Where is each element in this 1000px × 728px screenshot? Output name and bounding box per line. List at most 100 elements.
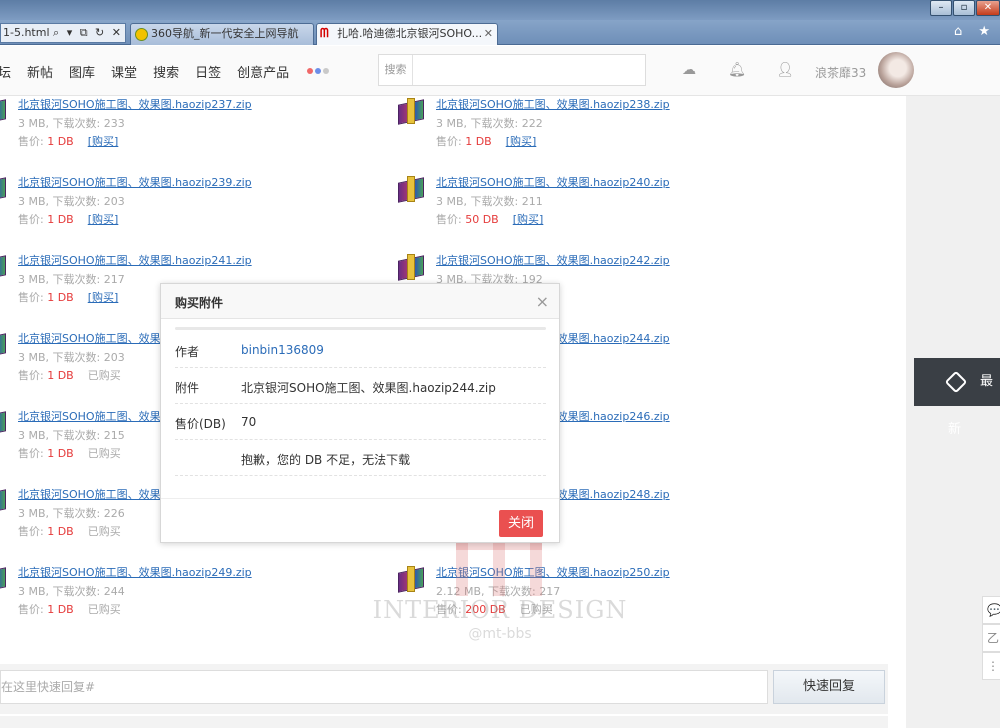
close-window-button[interactable]: ✕ xyxy=(976,0,1000,16)
bought-status: 已购买 xyxy=(87,447,121,460)
author-row: 作者 binbin136809 xyxy=(175,332,546,368)
tool-icon[interactable]: 乙 xyxy=(982,624,1000,652)
zip-archive-icon xyxy=(0,98,8,125)
username[interactable]: 浪茶靡33 xyxy=(815,64,866,81)
attachment-link[interactable]: 北京银河SOHO施工图、效果图.haozip240.zip xyxy=(436,174,670,190)
attachment-price: 售价: 1 DB 已购买 xyxy=(18,523,121,539)
author-link[interactable]: binbin136809 xyxy=(241,343,324,357)
zip-archive-icon xyxy=(0,488,8,515)
attachment-price: 售价: 1 DB 已购买 xyxy=(18,445,121,461)
bought-status: 已购买 xyxy=(87,603,121,616)
site-logo-icon: ᗰ xyxy=(320,26,329,40)
purchase-attachment-dialog: 购买附件 × 作者 binbin136809 附件 北京银河SOHO施工图、效果… xyxy=(160,283,560,543)
price-value: 1 DB xyxy=(47,603,74,616)
avatar[interactable] xyxy=(878,52,914,88)
buy-link[interactable]: [购买] xyxy=(88,291,119,304)
quick-reply-input[interactable]: 在这里快速回复# xyxy=(0,670,768,704)
dot xyxy=(323,68,330,74)
dialog-title: 购买附件 xyxy=(175,296,224,310)
dot xyxy=(307,68,314,74)
address-text: 1-5.html xyxy=(3,26,50,39)
zip-archive-icon xyxy=(0,254,8,281)
message-row: 抱歉，您的 DB 不足，无法下载 xyxy=(175,440,546,476)
buy-link[interactable]: [购买] xyxy=(506,135,537,148)
address-controls[interactable]: ⌕ ▾ ⧉ ↻ ✕ xyxy=(53,24,123,42)
address-bar[interactable]: 1-5.html ⌕ ▾ ⧉ ↻ ✕ xyxy=(0,23,126,43)
site-nav: 坛 新帖 图库 课堂 搜索 日签 创意产品 搜索 ☁ 🔔︎ 👤︎ 浪茶靡33 xyxy=(0,46,1000,96)
price-label: 售价: xyxy=(18,603,44,616)
bell-icon[interactable]: 🔔︎ xyxy=(728,62,746,78)
price-label: 售价: xyxy=(18,213,44,226)
comment-icon[interactable]: 💬 xyxy=(982,596,1000,624)
more-dots-icon[interactable] xyxy=(307,68,330,74)
buy-link[interactable]: [购买] xyxy=(513,213,544,226)
tab-forum-thread[interactable]: ᗰ 扎哈.哈迪德北京银河SOHO... ✕ xyxy=(316,23,498,45)
attachment-link[interactable]: 北京银河SOHO施工图、效果图.haozip242.zip xyxy=(436,252,670,268)
nav-item-daily[interactable]: 日签 xyxy=(195,62,221,81)
attachment-meta: 2.12 MB, 下载次数: 217 xyxy=(436,585,561,598)
user-icon[interactable]: 👤︎ xyxy=(776,62,794,78)
home-favorite-icons[interactable]: ⌂ ★ xyxy=(954,24,996,39)
tab-close-icon[interactable]: ✕ xyxy=(484,24,493,44)
price-label: 售价(DB) xyxy=(175,417,226,431)
grid-icon[interactable]: ⋮⋮ xyxy=(982,652,1000,680)
newest-button[interactable]: 最新 xyxy=(914,358,1000,437)
attachment-label: 附件 xyxy=(175,381,200,395)
price-label: 售价: xyxy=(18,291,44,304)
attachment-link[interactable]: 北京银河SOHO施工图、效果图.haozip238.zip xyxy=(436,96,670,112)
attachment-meta: 3 MB, 下载次数: 244 xyxy=(18,585,125,598)
attachment-item: 北京银河SOHO施工图、效果图.haozip250.zip 2.12 MB, 下载… xyxy=(398,564,698,630)
price-value: 1 DB xyxy=(465,135,492,148)
nav-item-gallery[interactable]: 图库 xyxy=(69,62,95,81)
buy-link[interactable]: [购买] xyxy=(88,213,119,226)
attachment-link[interactable]: 北京银河SOHO施工图、效果图.haozip237.zip xyxy=(18,96,252,112)
attachment-price: 售价: 50 DB [购买] xyxy=(436,211,543,227)
footer-strip xyxy=(0,716,888,728)
attachment-price: 售价: 1 DB 已购买 xyxy=(18,601,121,617)
price-label: 售价: xyxy=(436,603,462,616)
attachment-meta: 3 MB, 下载次数: 215 xyxy=(18,429,125,442)
attachment-meta: 3 MB, 下载次数: 203 xyxy=(18,195,125,208)
nav-item-search[interactable]: 搜索 xyxy=(153,62,179,81)
attachment-link[interactable]: 北京银河SOHO施工图、效果图.haozip250.zip xyxy=(436,564,670,580)
cloud-upload-icon[interactable]: ☁ xyxy=(680,62,698,78)
attachment-item: 北京银河SOHO施工图、效果图.haozip249.zip 3 MB, 下载次数:… xyxy=(0,564,280,630)
quick-reply-bar: 在这里快速回复# 快速回复 xyxy=(0,664,888,714)
attachment-meta: 3 MB, 下载次数: 203 xyxy=(18,351,125,364)
quick-reply-button[interactable]: 快速回复 xyxy=(773,670,885,704)
search-input[interactable]: 搜索 xyxy=(378,54,646,86)
price-value: 200 DB xyxy=(465,603,506,616)
attachment-link[interactable]: 北京银河SOHO施工图、效果图.haozip239.zip xyxy=(18,174,252,190)
tab-360-nav[interactable]: 360导航_新一代安全上网导航 xyxy=(130,23,314,45)
attachment-item: 北京银河SOHO施工图、效果图.haozip239.zip 3 MB, 下载次数:… xyxy=(0,174,280,240)
attachment-link[interactable]: 北京银河SOHO施工图、效果图.haozip241.zip xyxy=(18,252,252,268)
nav-item-classroom[interactable]: 课堂 xyxy=(111,62,137,81)
dialog-divider xyxy=(175,327,546,330)
price-value: 1 DB xyxy=(47,135,74,148)
360-logo-icon xyxy=(135,28,148,41)
attachment-price: 售价: 1 DB [购买] xyxy=(18,289,118,305)
minimize-button[interactable]: – xyxy=(930,0,952,16)
attachment-meta: 3 MB, 下载次数: 222 xyxy=(436,117,543,130)
attachment-meta: 3 MB, 下载次数: 217 xyxy=(18,273,125,286)
price-value: 50 DB xyxy=(465,213,499,226)
tab-label: 扎哈.哈迪德北京银河SOHO... xyxy=(337,27,483,40)
zip-archive-icon xyxy=(398,176,426,203)
bought-status: 已购买 xyxy=(87,369,121,382)
zip-archive-icon xyxy=(0,566,8,593)
attachment-link[interactable]: 北京银河SOHO施工图、效果图.haozip249.zip xyxy=(18,564,252,580)
buy-link[interactable]: [购买] xyxy=(88,135,119,148)
nav-item-new-posts[interactable]: 新帖 xyxy=(27,62,53,81)
price-value: 1 DB xyxy=(47,291,74,304)
nav-item-forum[interactable]: 坛 xyxy=(0,62,11,81)
nav-item-creative[interactable]: 创意产品 xyxy=(237,62,289,81)
close-button[interactable]: 关闭 xyxy=(499,510,543,537)
attachment-price: 售价: 1 DB [购买] xyxy=(436,133,536,149)
maximize-button[interactable]: ▫ xyxy=(953,0,975,16)
close-icon[interactable]: × xyxy=(536,292,549,311)
price-label: 售价: xyxy=(18,135,44,148)
author-label: 作者 xyxy=(175,345,200,359)
attachment-item: 北京银河SOHO施工图、效果图.haozip237.zip 3 MB, 下载次数:… xyxy=(0,96,280,162)
price-label: 售价: xyxy=(18,369,44,382)
price-value: 1 DB xyxy=(47,369,74,382)
